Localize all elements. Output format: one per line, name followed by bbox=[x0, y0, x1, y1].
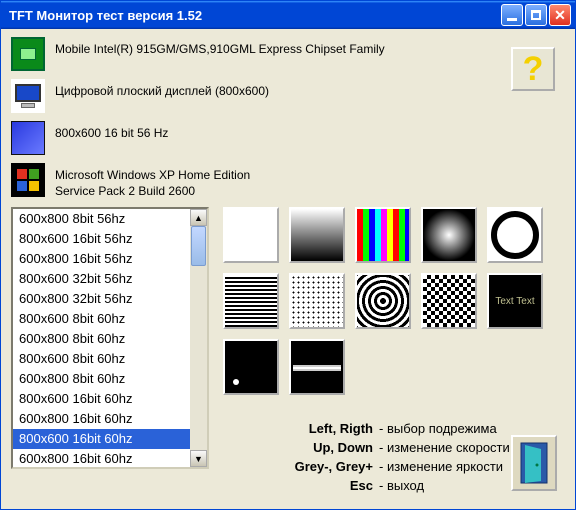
mode-list-item[interactable]: 800x600 16bit 56hz bbox=[13, 229, 190, 249]
titlebar[interactable]: TFT Монитор тест версия 1.52 ✕ bbox=[1, 1, 575, 29]
mode-list-item[interactable]: 600x800 8bit 60hz bbox=[13, 369, 190, 389]
legend-key-grey: Grey-, Grey+ bbox=[263, 459, 373, 474]
scrollbar[interactable]: ▲ ▼ bbox=[190, 209, 207, 467]
legend-key-esc: Esc bbox=[263, 478, 373, 493]
test-gradient[interactable] bbox=[289, 207, 345, 263]
os-label-1: Microsoft Windows XP Home Edition bbox=[55, 167, 250, 183]
legend-key-lr: Left, Rigth bbox=[263, 421, 373, 436]
app-window: TFT Монитор тест версия 1.52 ✕ ? Mobile … bbox=[0, 0, 576, 510]
test-dots[interactable] bbox=[289, 273, 345, 329]
mode-list-item[interactable]: 800x600 8bit 60hz bbox=[13, 309, 190, 329]
windows-icon bbox=[11, 163, 45, 197]
test-grid[interactable] bbox=[223, 273, 279, 329]
scroll-track[interactable] bbox=[190, 226, 207, 450]
help-button[interactable]: ? bbox=[511, 47, 555, 91]
mode-label: 800x600 16 bit 56 Hz bbox=[55, 121, 168, 141]
mode-list-item[interactable]: 600x800 16bit 60hz bbox=[13, 449, 190, 467]
mode-list-item[interactable]: 600x800 8bit 56hz bbox=[13, 209, 190, 229]
test-colorbars[interactable] bbox=[355, 207, 411, 263]
door-icon bbox=[519, 441, 549, 485]
display-label: Цифровой плоский дисплей (800x600) bbox=[55, 79, 269, 99]
test-text[interactable]: Text Text bbox=[487, 273, 543, 329]
help-icon: ? bbox=[523, 50, 544, 89]
test-ring[interactable] bbox=[487, 207, 543, 263]
scroll-thumb[interactable] bbox=[191, 226, 206, 266]
scroll-down-button[interactable]: ▼ bbox=[190, 450, 207, 467]
legend-val-ud: - изменение скорости bbox=[379, 440, 510, 455]
test-radial[interactable] bbox=[421, 207, 477, 263]
mode-list-item[interactable]: 800x600 16bit 60hz bbox=[13, 429, 190, 449]
minimize-button[interactable] bbox=[501, 4, 523, 26]
scroll-up-button[interactable]: ▲ bbox=[190, 209, 207, 226]
content-area: ? Mobile Intel(R) 915GM/GMS,910GML Expre… bbox=[1, 29, 575, 509]
test-line[interactable] bbox=[289, 339, 345, 395]
text-sample: Text Text bbox=[495, 296, 534, 307]
os-label-2: Service Pack 2 Build 2600 bbox=[55, 183, 250, 199]
monitor-icon bbox=[11, 79, 45, 113]
mode-list-item[interactable]: 800x600 16bit 60hz bbox=[13, 389, 190, 409]
mode-list-item[interactable]: 600x800 8bit 60hz bbox=[13, 329, 190, 349]
test-pixel[interactable] bbox=[223, 339, 279, 395]
test-checker[interactable] bbox=[421, 273, 477, 329]
legend-key-ud: Up, Down bbox=[263, 440, 373, 455]
mode-list-item[interactable]: 600x800 32bit 56hz bbox=[13, 289, 190, 309]
maximize-button[interactable] bbox=[525, 4, 547, 26]
mode-list-item[interactable]: 800x600 8bit 60hz bbox=[13, 349, 190, 369]
close-button[interactable]: ✕ bbox=[549, 4, 571, 26]
mode-list-item[interactable]: 600x800 16bit 60hz bbox=[13, 409, 190, 429]
chipset-icon bbox=[11, 37, 45, 71]
legend-val-lr: - выбор подрежима bbox=[379, 421, 497, 436]
test-white[interactable] bbox=[223, 207, 279, 263]
mode-list-item[interactable]: 600x800 16bit 56hz bbox=[13, 249, 190, 269]
exit-button[interactable] bbox=[511, 435, 557, 491]
mode-list-item[interactable]: 800x600 32bit 56hz bbox=[13, 269, 190, 289]
mode-icon bbox=[11, 121, 45, 155]
legend-val-grey: - изменение яркости bbox=[379, 459, 503, 474]
mode-listbox[interactable]: 600x800 8bit 56hz800x600 16bit 56hz600x8… bbox=[11, 207, 209, 469]
window-title: TFT Монитор тест версия 1.52 bbox=[9, 8, 501, 23]
test-spiral[interactable] bbox=[355, 273, 411, 329]
chipset-label: Mobile Intel(R) 915GM/GMS,910GML Express… bbox=[55, 37, 385, 57]
legend-val-esc: - выход bbox=[379, 478, 424, 493]
test-thumbnails: Text Text bbox=[223, 207, 565, 395]
